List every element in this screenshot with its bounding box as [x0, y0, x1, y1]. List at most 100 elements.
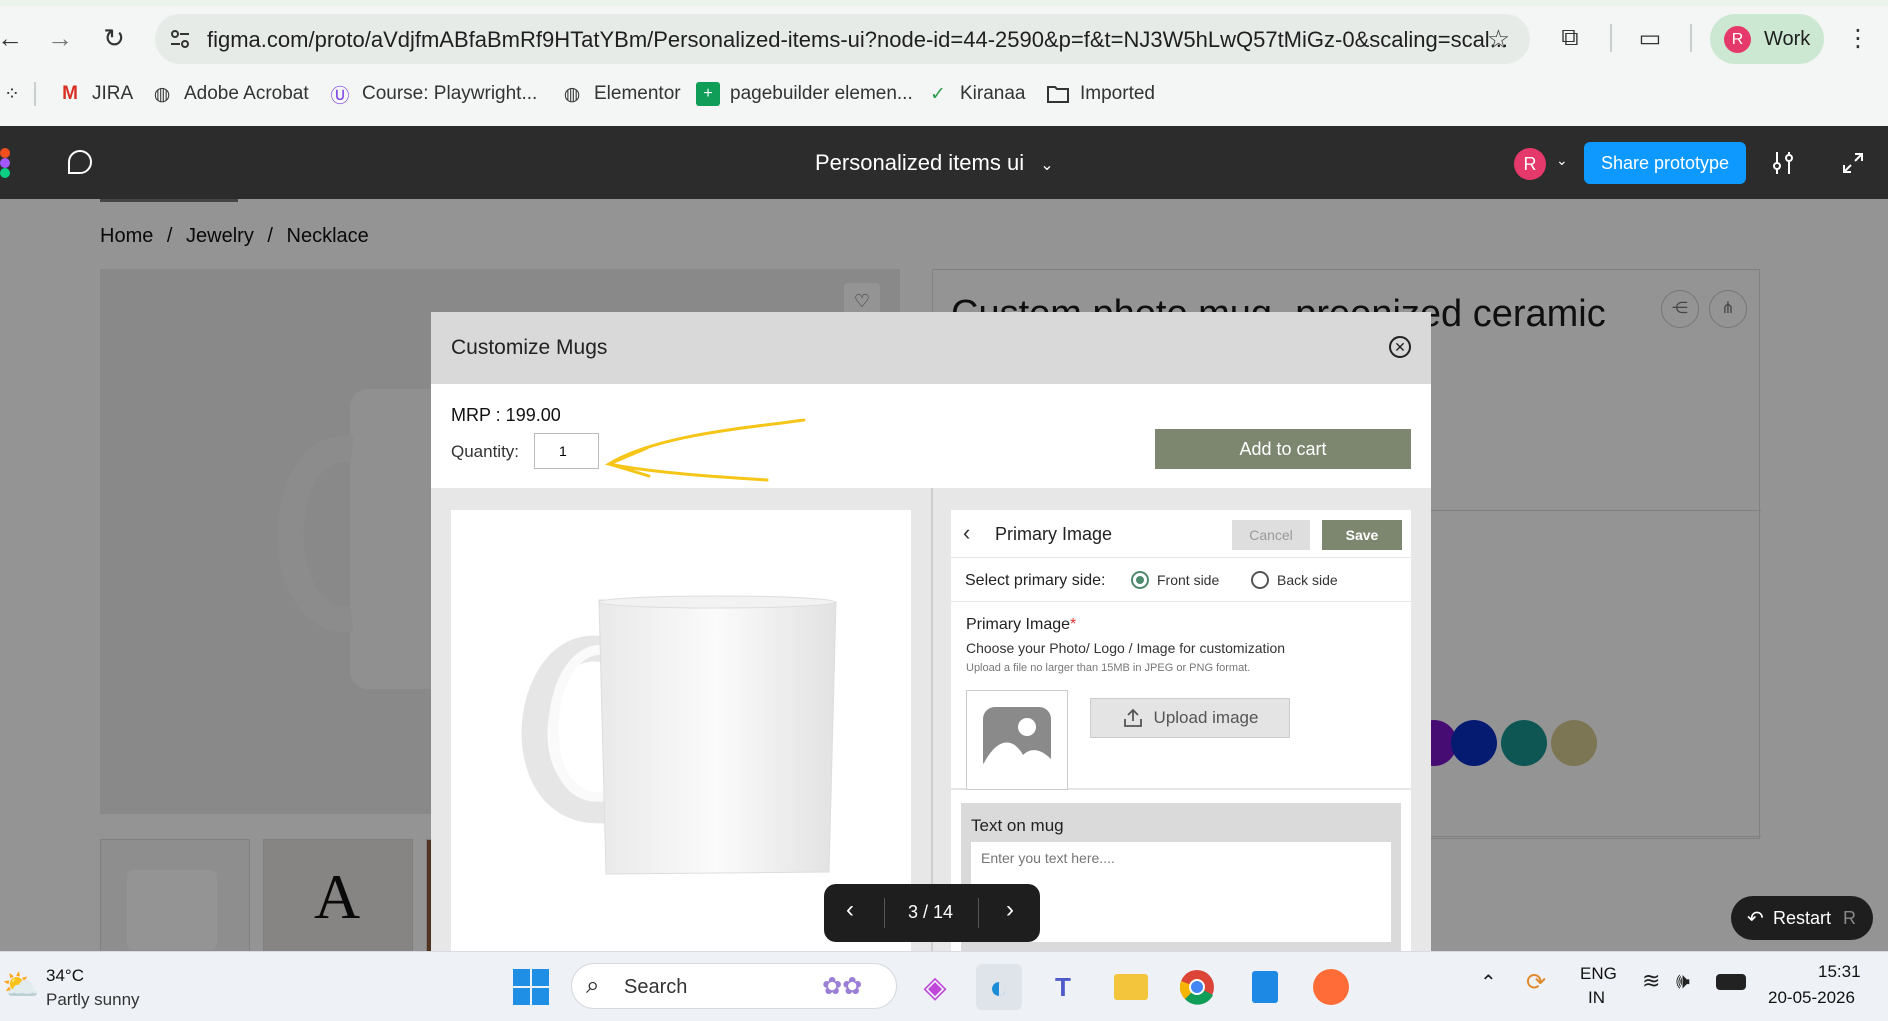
side-label: Select primary side: [965, 572, 1106, 589]
upload-icon [1123, 708, 1142, 727]
mrp-price: MRP : 199.00 [451, 405, 561, 425]
figma-toolbar: Personalized items ui ⌄ R ⌄ Share protot… [0, 126, 1888, 199]
bookmark-folder-imported[interactable]: Imported [1046, 82, 1155, 106]
weather-desc: Partly sunny [46, 990, 140, 1009]
sheets-icon: + [696, 82, 720, 106]
restart-label: Restart [1773, 908, 1832, 928]
restart-shortcut: R [1843, 908, 1856, 928]
back-icon[interactable]: ← [0, 20, 28, 56]
modal-title: Customize Mugs [451, 336, 608, 359]
apps-icon[interactable]: ⁘ [0, 82, 34, 106]
weather-temp: 34°C [46, 966, 84, 985]
primary-image-label: Primary Image* [966, 616, 1077, 633]
wifi-icon[interactable]: ≋ [1642, 968, 1660, 994]
editor-title: Primary Image [995, 524, 1113, 544]
menu-kebab-icon[interactable]: ⋮ [1842, 22, 1874, 54]
cancel-button[interactable]: Cancel [1232, 520, 1310, 550]
chevron-left-icon[interactable]: ‹ [846, 896, 854, 924]
notepad-icon[interactable] [1242, 964, 1288, 1010]
expand-icon[interactable] [1842, 152, 1864, 174]
image-hint: Choose your Photo/ Logo / Image for cust… [966, 640, 1286, 656]
modal-header: Customize Mugs ✕ [431, 312, 1431, 384]
text-on-mug-label: Text on mug [971, 816, 1064, 835]
divider [931, 488, 933, 951]
editor-header: ‹ Primary Image Cancel Save [951, 510, 1411, 558]
bookmark-pagebuilder[interactable]: + pagebuilder elemen... [696, 82, 913, 106]
restart-button[interactable]: ↶ Restart R [1731, 896, 1873, 940]
prototype-pager: ‹ 3 / 14 › [824, 884, 1040, 942]
tab-strip [0, 0, 1888, 6]
annotation-arrow-icon [604, 418, 806, 482]
back-side-radio[interactable] [1251, 571, 1269, 589]
teams-icon[interactable]: T [1040, 964, 1086, 1010]
region-label[interactable]: IN [1588, 988, 1605, 1008]
chrome-icon[interactable] [1174, 964, 1220, 1010]
quantity-input[interactable] [534, 433, 599, 469]
taskbar-search[interactable]: ⌕ Search ✿✿ [571, 963, 897, 1009]
bookmark-star-icon[interactable]: ☆ [1487, 24, 1510, 55]
profile-label: Work [1764, 28, 1811, 50]
page-counter: 3 / 14 [908, 902, 954, 922]
tab-search-icon[interactable]: ▭ [1634, 22, 1666, 54]
language-label[interactable]: ENG [1580, 964, 1617, 984]
chevron-down-icon[interactable]: ⌄ [1556, 152, 1568, 169]
bookmark-kiranaa[interactable]: ✓ Kiranaa [926, 82, 1025, 106]
folder-icon [1046, 82, 1070, 106]
clock-time[interactable]: 15:31 [1818, 962, 1861, 982]
bookmark-jira[interactable]: M JIRA [58, 82, 133, 106]
image-icon [983, 707, 1051, 773]
windows-taskbar: ⛅ 34°C Partly sunny ⌕ Search ✿✿ ◈ ◐ T ⌃ … [0, 951, 1888, 1021]
url-text[interactable]: figma.com/proto/aVdjfmABfaBmRf9HTatYBm/P… [207, 27, 1508, 53]
divider [1690, 24, 1692, 52]
restart-icon: ↶ [1747, 908, 1764, 930]
chevron-left-icon[interactable]: ‹ [963, 520, 970, 546]
customize-modal: Customize Mugs ✕ MRP : 199.00 Quantity: … [431, 312, 1431, 951]
chevron-right-icon[interactable]: › [1006, 896, 1014, 924]
bookmark-course-playwright[interactable]: Ⓤ Course: Playwright... [328, 82, 537, 107]
check-circle-icon: ✓ [930, 83, 946, 105]
bookmark-elementor[interactable]: ◍ Elementor [560, 82, 681, 106]
divider [884, 898, 885, 928]
settings-sliders-icon[interactable] [1770, 150, 1796, 176]
back-side-label[interactable]: Back side [1277, 572, 1338, 588]
file-explorer-icon[interactable] [1108, 964, 1154, 1010]
close-icon[interactable]: ✕ [1389, 336, 1411, 358]
image-placeholder [966, 690, 1068, 790]
front-side-label[interactable]: Front side [1157, 572, 1219, 588]
profile-avatar: R [1724, 26, 1751, 53]
reload-icon[interactable]: ↻ [96, 20, 132, 56]
battery-icon[interactable] [1716, 974, 1746, 990]
user-avatar[interactable]: R [1514, 148, 1546, 180]
quantity-label: Quantity: [451, 442, 520, 461]
postman-icon[interactable] [1308, 964, 1354, 1010]
upload-image-button[interactable]: Upload image [1090, 698, 1290, 738]
comment-icon[interactable] [66, 148, 94, 176]
chevron-down-icon: ⌄ [1040, 157, 1054, 174]
clock-date[interactable]: 20-05-2026 [1768, 988, 1855, 1008]
sync-icon[interactable]: ⟳ [1526, 968, 1546, 997]
share-prototype-button[interactable]: Share prototype [1584, 142, 1746, 184]
search-icon: ⌕ [586, 972, 600, 999]
primary-side-selector: Select primary side: Front side Back sid… [951, 558, 1411, 602]
edge-icon[interactable]: ◐ [976, 964, 1022, 1010]
file-title[interactable]: Personalized items ui ⌄ [815, 150, 1054, 176]
windows-start-icon[interactable] [508, 964, 554, 1010]
profile-button[interactable]: R Work [1710, 14, 1824, 64]
copilot-icon[interactable]: ◈ [912, 964, 958, 1010]
address-bar[interactable]: figma.com/proto/aVdjfmABfaBmRf9HTatYBm/P… [155, 14, 1530, 64]
figma-logo-icon[interactable] [0, 148, 12, 178]
save-button[interactable]: Save [1322, 520, 1402, 550]
prototype-canvas: Home / Jewelry / Necklace ♡ Custom photo… [0, 199, 1888, 951]
extensions-icon[interactable]: ⧉ [1554, 22, 1586, 54]
site-settings-icon[interactable] [167, 26, 193, 52]
divider [978, 898, 979, 928]
globe-icon: ◍ [563, 83, 581, 105]
chevron-up-icon[interactable]: ⌃ [1480, 970, 1497, 995]
front-side-radio[interactable] [1131, 571, 1149, 589]
forward-icon[interactable]: → [42, 20, 78, 56]
primary-image-section: Primary Image* Choose your Photo/ Logo /… [951, 602, 1411, 790]
add-to-cart-button[interactable]: Add to cart [1155, 429, 1411, 469]
bookmark-adobe-acrobat[interactable]: ◍ Adobe Acrobat [150, 82, 309, 106]
mug-preview-image [521, 595, 837, 875]
volume-icon[interactable]: 🕪 [1676, 968, 1690, 994]
